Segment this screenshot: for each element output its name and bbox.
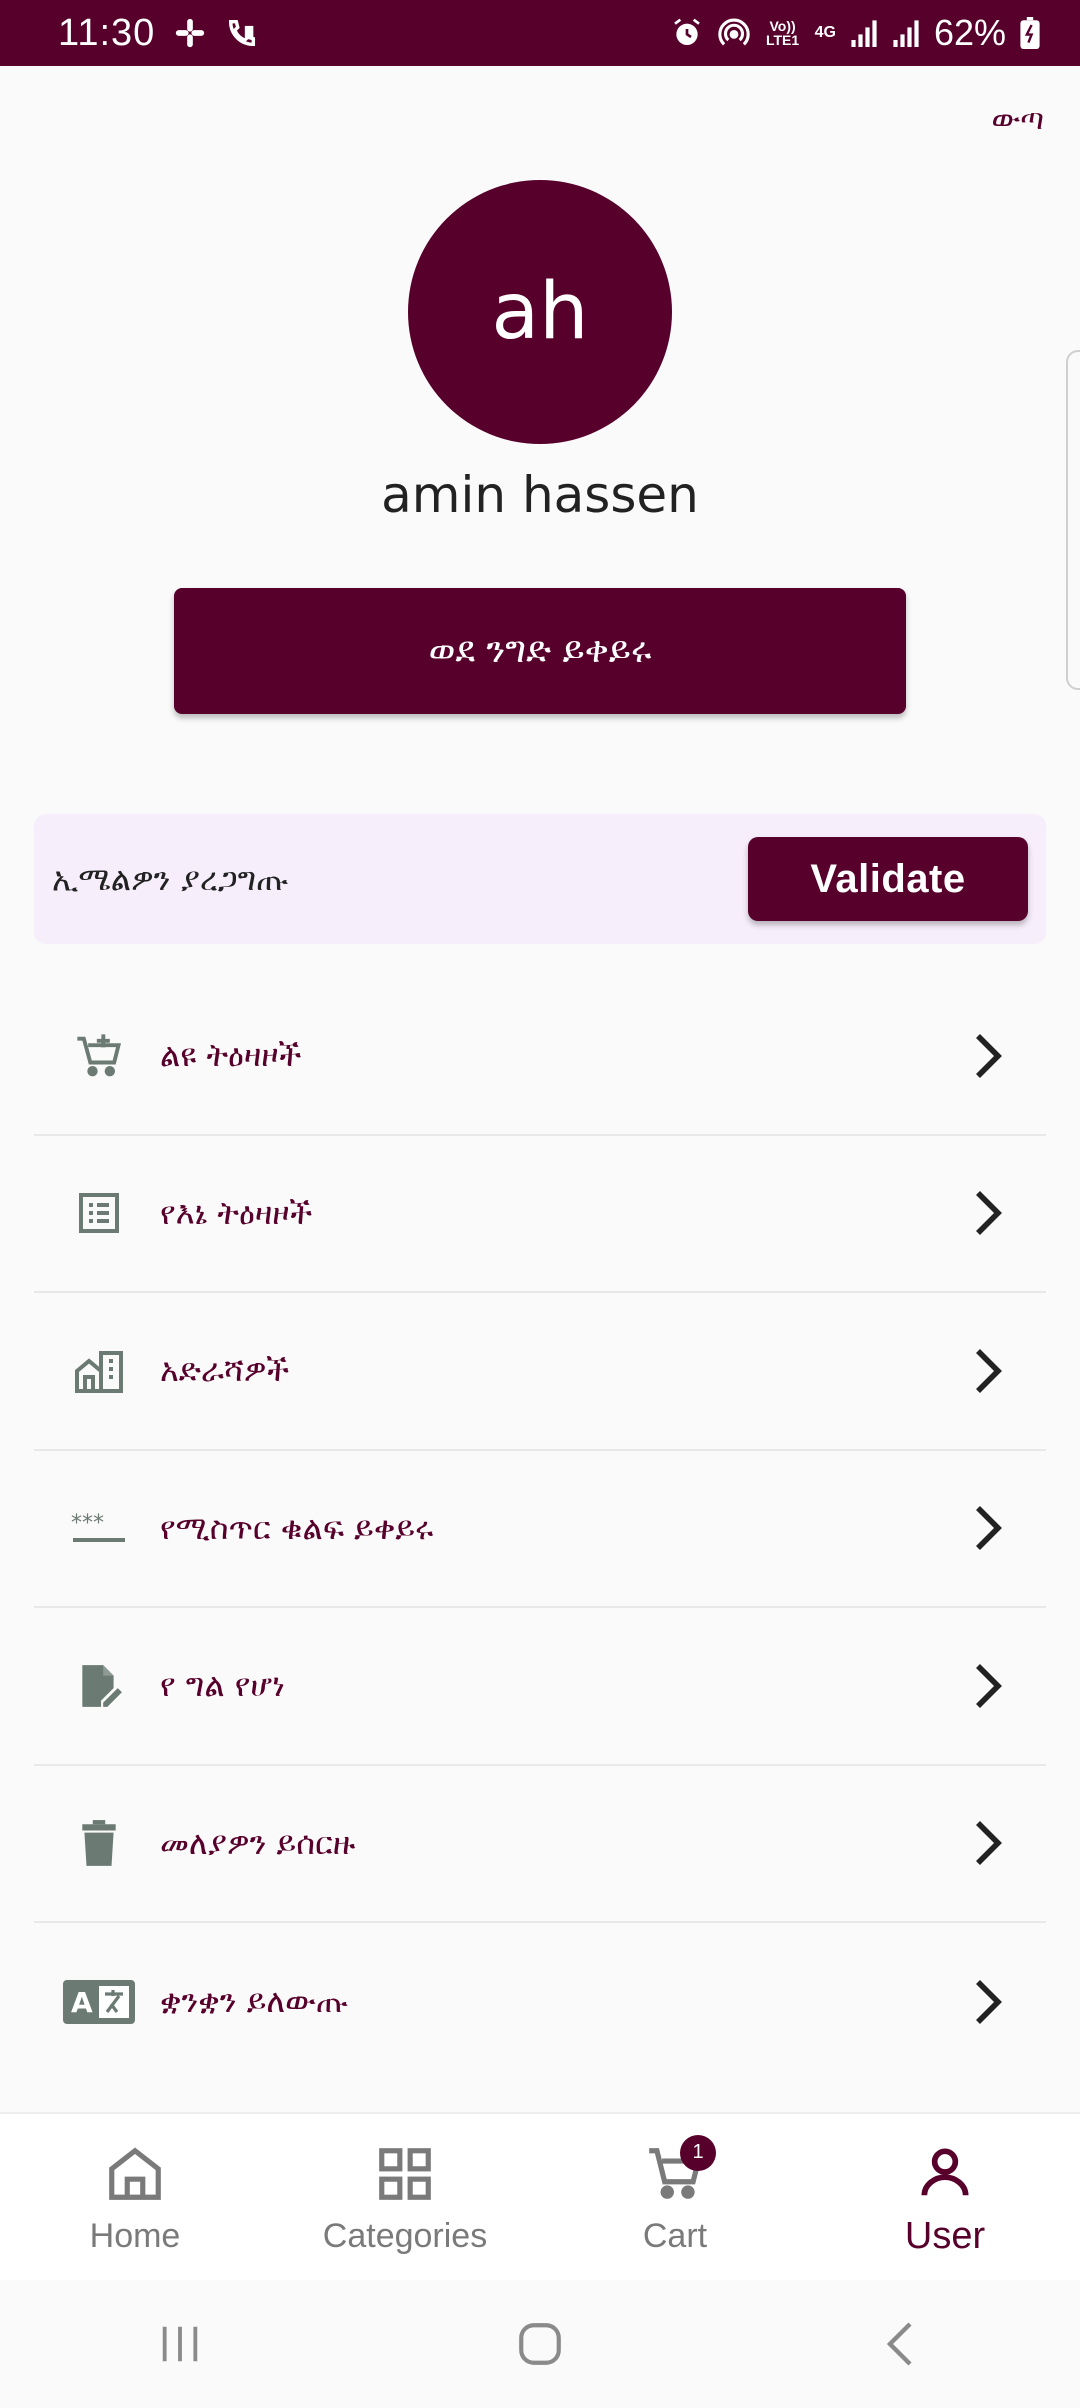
cart-icon: 1	[640, 2134, 716, 2209]
list-icon	[44, 1183, 154, 1243]
chevron-right-icon	[958, 1656, 1018, 1716]
system-navigation-bar	[0, 2280, 1080, 2408]
cart-badge: 1	[680, 2134, 716, 2171]
volte-icon: Vo)) LTE1	[765, 18, 800, 48]
edit-document-icon	[44, 1656, 154, 1716]
battery-percent: 62%	[933, 12, 1006, 53]
menu-item-change-password[interactable]: *** የሚስጥር ቁልፍ ይቀይሩ	[34, 1451, 1046, 1608]
nav-label: Cart	[642, 2216, 708, 2255]
menu-item-personal-info[interactable]: የ ግል የሆነ	[34, 1608, 1046, 1766]
hotspot-icon	[717, 16, 751, 50]
trash-icon	[44, 1813, 154, 1873]
home-button-icon[interactable]	[480, 2304, 600, 2384]
grid-icon	[370, 2139, 440, 2209]
user-name: amin hassen	[381, 466, 699, 524]
menu-item-delete-account[interactable]: መለያዎን ይሰርዙ	[34, 1766, 1046, 1923]
menu-item-label: የሚስጥር ቁልፍ ይቀይሩ	[160, 1508, 434, 1547]
menu-item-label: ቋንቋን ይለውጡ	[160, 1982, 349, 2021]
status-bar: 11:30 Vo)) LTE1 4G 62%	[0, 0, 1080, 66]
back-icon[interactable]	[840, 2304, 960, 2384]
account-menu: ልዩ ትዕዛዞች የእኔ ትዕዛዞች አድራሻዎች *** የሚስጥር ቁልፍ …	[34, 978, 1046, 2081]
email-validation-card: ኢሜልዎን ያረጋግጡ Validate	[34, 814, 1046, 944]
chevron-right-icon	[958, 1972, 1018, 2032]
chevron-right-icon	[958, 1026, 1018, 1086]
validate-button[interactable]: Validate	[748, 837, 1028, 921]
battery-icon	[1020, 17, 1040, 49]
switch-to-business-button[interactable]: ወደ ንግድ ይቀይሩ	[174, 588, 906, 714]
buildings-icon	[44, 1341, 154, 1401]
menu-item-addresses[interactable]: አድራሻዎች	[34, 1293, 1046, 1451]
avatar-initials: ah	[491, 267, 589, 357]
alarm-icon	[671, 17, 703, 49]
menu-item-my-orders[interactable]: የእኔ ትዕዛዞች	[34, 1136, 1046, 1293]
bottom-navigation: Home Categories 1 Cart User	[0, 2112, 1080, 2280]
nav-categories[interactable]: Categories	[270, 2114, 540, 2280]
wifi-call-icon	[225, 16, 259, 50]
menu-item-change-language[interactable]: A ቋንቋን ይለውጡ	[34, 1923, 1046, 2081]
menu-item-label: አድራሻዎች	[160, 1351, 290, 1390]
email-validation-message: ኢሜልዎን ያረጋግጡ	[52, 859, 289, 898]
svg-text:A: A	[71, 1986, 93, 2019]
status-time: 11:30	[58, 11, 156, 54]
menu-item-label: ልዩ ትዕዛዞች	[160, 1036, 302, 1075]
menu-item-special-orders[interactable]: ልዩ ትዕዛዞች	[34, 978, 1046, 1136]
nav-label: User	[904, 2214, 986, 2257]
nav-user[interactable]: User	[810, 2114, 1080, 2280]
avatar: ah	[408, 180, 672, 444]
password-icon: ***	[44, 1498, 154, 1558]
chevron-right-icon	[958, 1813, 1018, 1873]
recent-apps-icon[interactable]	[120, 2304, 240, 2384]
nav-home[interactable]: Home	[0, 2114, 270, 2280]
4g-icon: 4G	[814, 24, 836, 41]
home-icon	[100, 2139, 170, 2209]
nav-label: Categories	[322, 2216, 488, 2255]
menu-item-label: መለያዎን ይሰርዙ	[160, 1823, 356, 1862]
menu-item-label: የእኔ ትዕዛዞች	[160, 1193, 313, 1232]
slack-icon	[173, 16, 207, 50]
svg-text:***: ***	[71, 1511, 104, 1536]
translate-icon: A	[44, 1972, 154, 2032]
signal-icon	[892, 18, 920, 48]
menu-item-label: የ ግል የሆነ	[160, 1666, 285, 1705]
chevron-right-icon	[958, 1341, 1018, 1401]
user-icon	[910, 2137, 980, 2207]
chevron-right-icon	[958, 1183, 1018, 1243]
chevron-right-icon	[958, 1498, 1018, 1558]
signal-icon	[850, 18, 878, 48]
nav-cart[interactable]: 1 Cart	[540, 2114, 810, 2280]
nav-label: Home	[89, 2216, 181, 2255]
cart-icon	[44, 1026, 154, 1086]
logout-link[interactable]: ውጣ	[991, 102, 1044, 137]
